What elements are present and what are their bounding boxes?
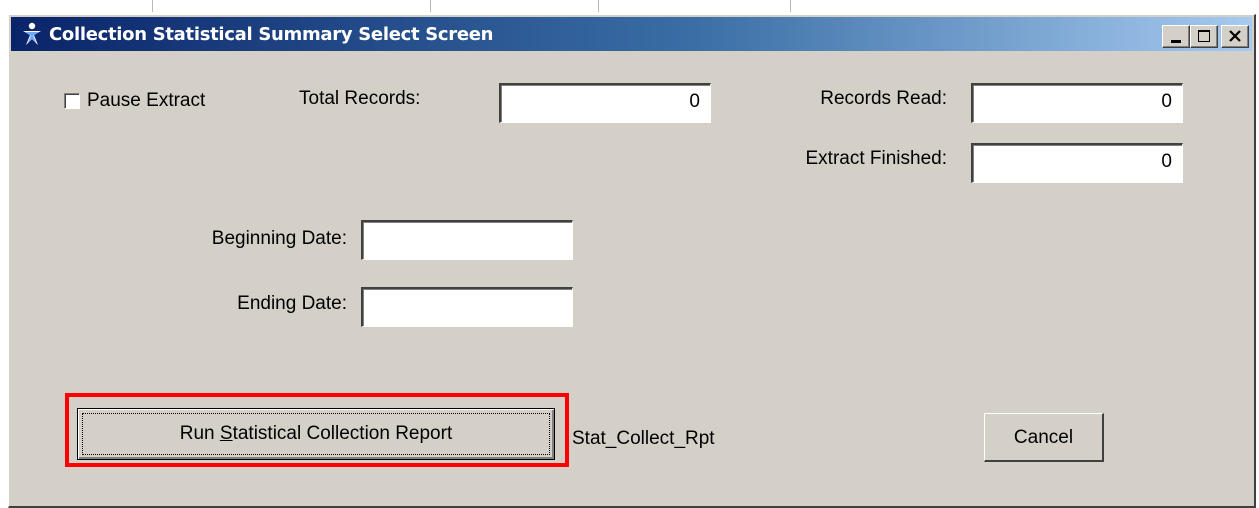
maximize-icon — [1198, 30, 1210, 42]
person-star-icon — [23, 22, 41, 45]
divider — [598, 0, 599, 12]
minimize-button[interactable] — [1162, 25, 1190, 48]
divider — [430, 0, 431, 12]
total-records-label: Total Records: — [299, 88, 421, 109]
ending-date-field[interactable] — [361, 287, 573, 327]
divider — [152, 0, 153, 12]
beginning-date-label: Beginning Date: — [211, 228, 347, 249]
dialog-window: Collection Statistical Summary Select Sc… — [8, 14, 1256, 508]
title-bar[interactable]: Collection Statistical Summary Select Sc… — [11, 17, 1252, 51]
records-read-field[interactable]: 0 — [971, 83, 1183, 123]
report-name-label: Stat_Collect_Rpt — [572, 428, 715, 449]
close-icon — [1229, 30, 1241, 42]
extract-finished-field[interactable]: 0 — [971, 143, 1183, 183]
background-strip — [0, 0, 1259, 14]
highlight-box — [65, 393, 569, 467]
records-read-label: Records Read: — [820, 88, 947, 109]
beginning-date-field[interactable] — [361, 220, 573, 260]
close-button[interactable] — [1221, 25, 1249, 48]
minimize-icon — [1171, 40, 1181, 43]
ending-date-label: Ending Date: — [237, 293, 347, 314]
pause-extract-checkbox[interactable] — [64, 93, 80, 109]
cancel-button-label: Cancel — [1013, 427, 1074, 448]
window-title: Collection Statistical Summary Select Sc… — [49, 24, 494, 45]
pause-extract-label: Pause Extract — [87, 90, 206, 111]
extract-finished-label: Extract Finished: — [805, 148, 948, 169]
maximize-button[interactable] — [1190, 25, 1218, 48]
divider — [790, 0, 791, 12]
total-records-field[interactable]: 0 — [499, 83, 711, 123]
cancel-button[interactable]: Cancel — [984, 413, 1104, 462]
